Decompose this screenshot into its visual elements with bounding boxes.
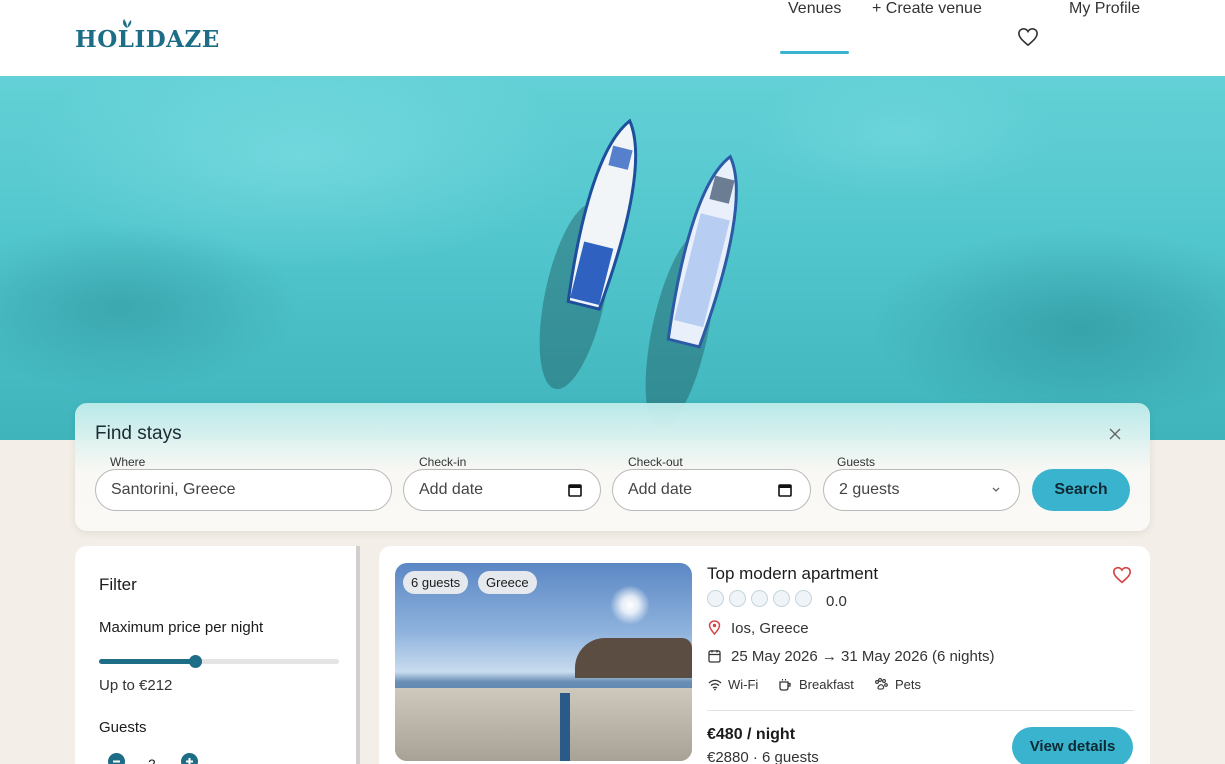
logo-text: HOLIDAZE <box>75 26 220 53</box>
rating-stars <box>707 590 817 608</box>
star-icon <box>773 590 790 608</box>
chevron-down-icon <box>992 487 1000 492</box>
search-panel: Find stays Where Santorini, Greece Check… <box>75 403 1150 531</box>
price-slider-thumb[interactable] <box>189 655 202 668</box>
sun-glare <box>610 585 650 625</box>
price-value: Up to €212 <box>99 677 173 694</box>
venue-image[interactable]: 6 guests Greece <box>395 563 692 761</box>
calendar-icon <box>708 650 721 663</box>
guests-select[interactable]: 2 guests <box>823 469 1020 511</box>
where-label: Where <box>110 455 146 469</box>
close-icon[interactable] <box>1108 427 1122 441</box>
where-input[interactable]: Santorini, Greece <box>95 469 392 511</box>
guests-tag: 6 guests <box>403 571 469 594</box>
pool-deck-shape <box>395 688 692 761</box>
checkout-label: Check-out <box>628 455 683 469</box>
cliff-shape <box>575 638 692 678</box>
coffee-cup-icon <box>779 679 791 691</box>
filter-title: Filter <box>99 575 137 594</box>
paw-icon <box>875 678 888 690</box>
amenity-wifi: Wi-Fi <box>728 677 759 692</box>
checkout-input[interactable]: Add date <box>612 469 811 511</box>
calendar-icon[interactable] <box>568 483 582 497</box>
venue-price: €480 / night <box>707 726 796 743</box>
country-tag: Greece <box>478 571 537 594</box>
venue-location: Ios, Greece <box>731 620 809 637</box>
hero-image <box>0 76 1225 440</box>
rating-value: 0.0 <box>826 593 847 610</box>
guests-decrement-button[interactable] <box>108 753 125 764</box>
star-icon <box>707 590 724 608</box>
location-pin-icon <box>708 620 721 635</box>
checkin-placeholder: Add date <box>419 481 484 498</box>
wifi-icon <box>708 679 722 691</box>
calendar-icon[interactable] <box>778 483 792 497</box>
plus-icon <box>186 758 193 764</box>
pool-shape <box>560 693 570 761</box>
venue-card[interactable]: 6 guests Greece Top modern apartment 0.0… <box>379 546 1150 764</box>
heart-icon[interactable] <box>1112 566 1132 584</box>
minus-icon <box>113 760 120 763</box>
search-button[interactable]: Search <box>1032 469 1130 511</box>
guests-value: 2 guests <box>839 481 900 498</box>
nav-active-indicator <box>780 51 849 54</box>
search-title: Find stays <box>95 423 182 444</box>
where-value: Santorini, Greece <box>111 481 236 498</box>
checkin-input[interactable]: Add date <box>403 469 601 511</box>
checkout-placeholder: Add date <box>628 481 693 498</box>
filter-guests-label: Guests <box>99 719 147 736</box>
divider <box>707 710 1134 711</box>
guests-label: Guests <box>837 455 876 469</box>
star-icon <box>729 590 746 608</box>
venue-total: €2880 · 6 guests <box>707 749 819 764</box>
guests-stepper-value: 2 <box>148 756 156 764</box>
filter-panel: Filter Maximum price per night Up to €21… <box>75 546 360 764</box>
nav-venues[interactable]: Venues <box>788 0 841 18</box>
amenity-pets: Pets <box>895 677 922 692</box>
heart-icon[interactable] <box>1017 27 1039 47</box>
site-header: HOLIDAZE Venues + Create venue My Profil… <box>0 0 1225 76</box>
venue-dates: 25 May 2026 → 31 May 2026 (6 nights) <box>731 648 995 665</box>
star-icon <box>751 590 768 608</box>
venue-title[interactable]: Top modern apartment <box>707 564 878 584</box>
leaf-icon <box>123 19 132 28</box>
amenity-breakfast: Breakfast <box>799 677 854 692</box>
nav-my-profile[interactable]: My Profile <box>1069 0 1140 18</box>
logo[interactable]: HOLIDAZE <box>75 19 220 53</box>
price-slider-fill <box>99 659 195 664</box>
view-details-button[interactable]: View details <box>1012 727 1133 764</box>
checkin-label: Check-in <box>419 455 467 469</box>
nav-create-venue[interactable]: + Create venue <box>872 0 982 18</box>
boats-illustration <box>539 118 738 429</box>
price-label: Maximum price per night <box>99 619 264 636</box>
price-slider[interactable] <box>99 655 339 668</box>
guests-increment-button[interactable] <box>181 753 198 764</box>
star-icon <box>795 590 812 608</box>
